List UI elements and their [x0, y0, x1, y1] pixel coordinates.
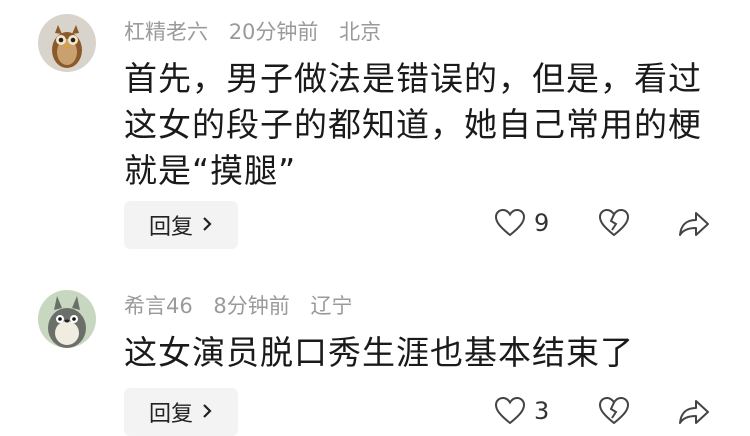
dislike-button[interactable] — [598, 208, 630, 238]
comment-text-line: 这女演员脱口秀生涯也基本结束了 — [124, 333, 634, 372]
username[interactable]: 杠精老六 — [124, 20, 208, 44]
like-button[interactable]: 3 — [494, 396, 549, 426]
comment-item: 杠精老六 20分钟前 北京 首先，男子做法是错误的，但是，看过 这女的段子的都知… — [0, 0, 750, 260]
reply-button[interactable]: 回复 — [124, 201, 238, 249]
dislike-button[interactable] — [598, 396, 630, 426]
comment-text: 这女演员脱口秀生涯也基本结束了 — [124, 330, 704, 376]
share-button[interactable] — [678, 398, 710, 426]
reply-label: 回复 — [148, 215, 193, 240]
broken-heart-icon — [598, 396, 630, 425]
comment-meta: 希言46 8分钟前 辽宁 — [124, 292, 366, 320]
totoro-avatar-icon — [38, 290, 96, 348]
comment-meta: 杠精老六 20分钟前 北京 — [124, 18, 395, 46]
broken-heart-icon — [598, 208, 630, 237]
share-button[interactable] — [678, 210, 710, 238]
comment-item: 希言46 8分钟前 辽宁 这女演员脱口秀生涯也基本结束了 回复 3 — [0, 270, 750, 436]
comment-text-line: 这女的段子的都知道，她自己常用的梗 — [124, 105, 702, 144]
timestamp: 8分钟前 — [213, 294, 290, 318]
reply-button[interactable]: 回复 — [124, 388, 238, 436]
location: 辽宁 — [310, 294, 353, 318]
like-count: 3 — [534, 397, 550, 425]
location: 北京 — [339, 20, 382, 44]
reply-label: 回复 — [148, 402, 193, 427]
heart-icon — [494, 208, 526, 237]
user-avatar[interactable] — [38, 290, 96, 348]
like-count: 9 — [534, 209, 550, 237]
comment-text-line: 就是“摸腿” — [124, 151, 297, 190]
share-icon — [679, 400, 709, 424]
heart-icon — [494, 396, 526, 425]
comment-text-line: 首先，男子做法是错误的，但是，看过 — [124, 59, 702, 98]
chevron-right-icon — [201, 213, 213, 238]
timestamp: 20分钟前 — [228, 20, 319, 44]
comment-text: 首先，男子做法是错误的，但是，看过 这女的段子的都知道，她自己常用的梗 就是“摸… — [124, 56, 704, 194]
user-avatar[interactable] — [38, 14, 96, 72]
chevron-right-icon — [201, 400, 213, 425]
share-icon — [679, 212, 709, 236]
username[interactable]: 希言46 — [124, 294, 193, 318]
owl-avatar-icon — [38, 14, 96, 72]
like-button[interactable]: 9 — [494, 208, 549, 238]
